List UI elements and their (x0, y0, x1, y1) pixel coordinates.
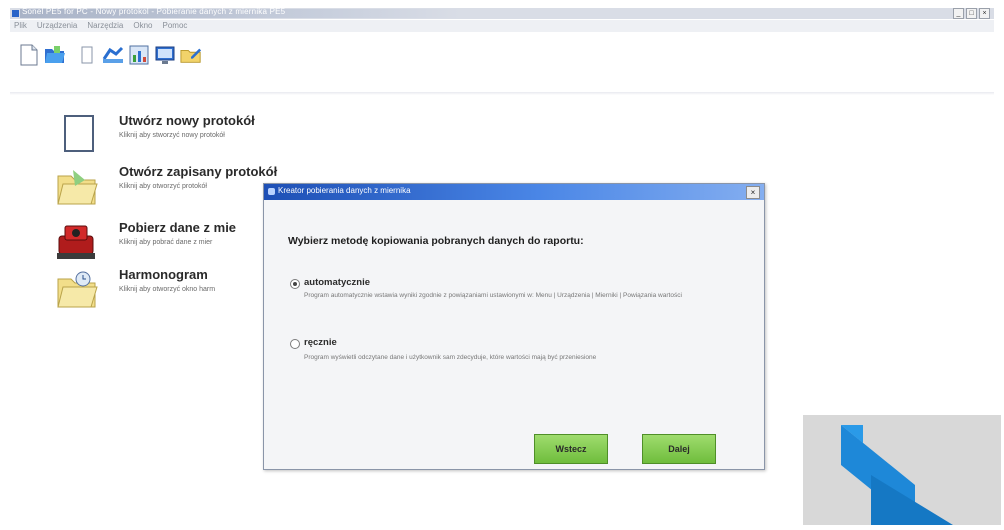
new-document-icon[interactable] (18, 44, 40, 66)
option-manual-description: Program wyświetli odczytane dane i użytk… (304, 354, 597, 361)
next-button[interactable]: Dalej (642, 434, 716, 464)
dialog-title-bar: Kreator pobierania danych z miernika × (264, 184, 764, 200)
menu-help[interactable]: Pomoc (163, 20, 188, 32)
window-controls: _ □ × (953, 8, 990, 19)
option-manual-label[interactable]: ręcznie (304, 337, 337, 348)
toolbar-separator (10, 92, 994, 95)
radio-automatic[interactable] (290, 279, 300, 289)
option-automatic-description: Program automatycznie wstawia wyniki zgo… (304, 292, 682, 299)
schedule-folder-icon (55, 267, 99, 311)
action-title: Pobierz dane z mie (119, 220, 237, 235)
open-protocol-icon (55, 164, 99, 208)
action-subtitle: Kliknij aby pobrać dane z mier (119, 239, 213, 246)
dialog-close-button[interactable]: × (746, 186, 760, 199)
window-title: Sonel PE5 for PC - Nowy protokol - Pobie… (22, 7, 286, 16)
action-new-protocol[interactable]: Utwórz nowy protokół Kliknij aby stworzy… (55, 113, 355, 161)
chart-icon[interactable] (128, 44, 150, 66)
action-subtitle: Kliknij aby otworzyć okno harm (119, 286, 216, 293)
monitor-icon[interactable] (154, 44, 176, 66)
back-button[interactable]: Wstecz (534, 434, 608, 464)
meter-icon[interactable] (102, 44, 124, 66)
logo-icon (841, 425, 953, 525)
dialog-app-icon (268, 188, 275, 195)
action-title: Otwórz zapisany protokół (119, 164, 278, 179)
menu-tools[interactable]: Narzędzia (87, 20, 123, 32)
radio-manual[interactable] (290, 339, 300, 349)
action-title: Harmonogram (119, 267, 208, 282)
close-window-button[interactable]: × (979, 8, 990, 19)
meter-download-icon (55, 220, 99, 264)
menu-devices[interactable]: Urządzenia (37, 20, 77, 32)
download-wizard-dialog: Kreator pobierania danych z miernika × W… (263, 183, 765, 470)
minimize-button[interactable]: _ (953, 8, 964, 19)
action-subtitle: Kliknij aby otworzyć protokół (119, 183, 207, 190)
brand-logo (803, 415, 1001, 525)
option-automatic-label[interactable]: automatycznie (304, 277, 370, 288)
app-icon (12, 10, 19, 17)
dialog-heading: Wybierz metodę kopiowania pobranych dany… (288, 235, 584, 247)
menu-window[interactable]: Okno (133, 20, 152, 32)
folder-edit-icon[interactable] (180, 44, 202, 66)
open-folder-icon[interactable] (44, 44, 66, 66)
dialog-title: Kreator pobierania danych z miernika (278, 186, 411, 195)
action-title: Utwórz nowy protokół (119, 113, 255, 128)
menu-file[interactable]: Plik (14, 20, 27, 32)
window-title-bar: Sonel PE5 for PC - Nowy protokol - Pobie… (10, 7, 994, 19)
new-protocol-icon (55, 113, 99, 157)
menu-bar: Plik Urządzenia Narzędzia Okno Pomoc (10, 20, 994, 32)
toolbar (10, 35, 994, 75)
maximize-button[interactable]: □ (966, 8, 977, 19)
copy-icon[interactable] (76, 44, 98, 66)
action-subtitle: Kliknij aby stworzyć nowy protokół (119, 132, 225, 139)
